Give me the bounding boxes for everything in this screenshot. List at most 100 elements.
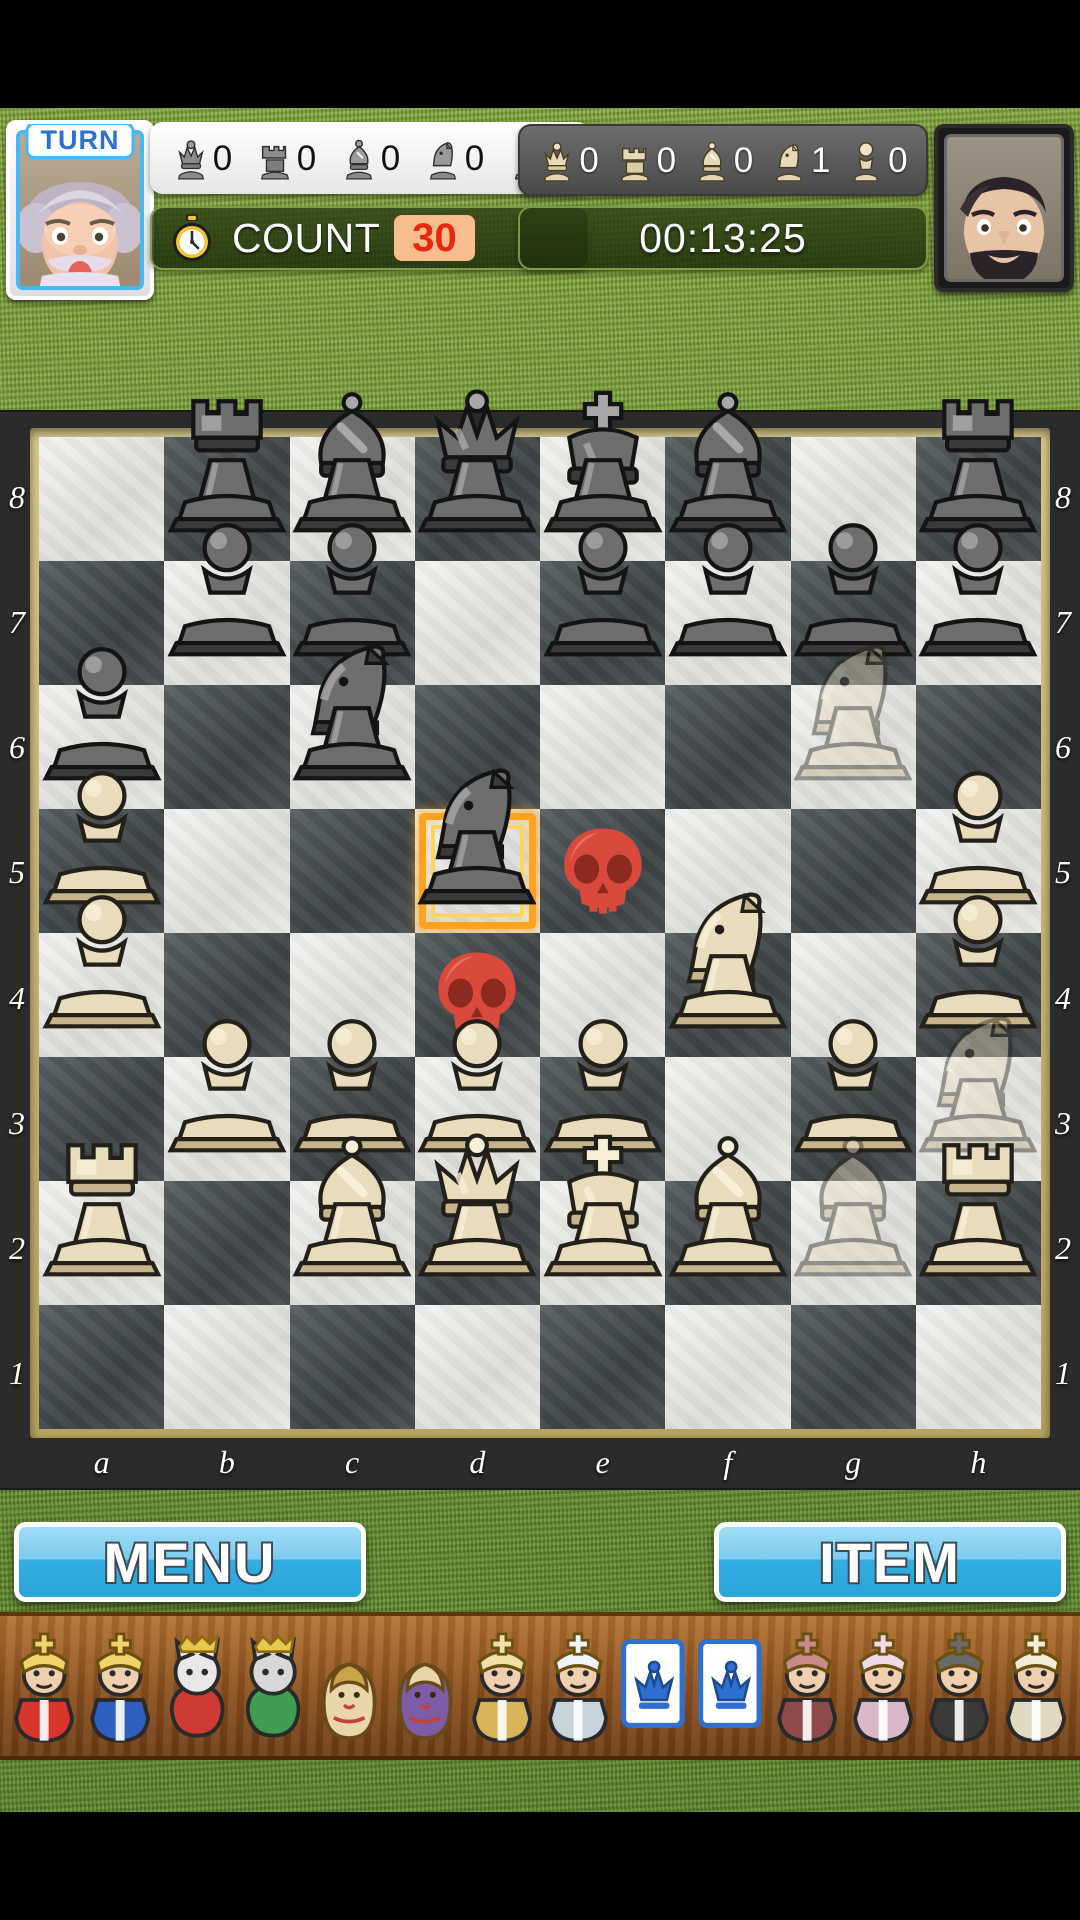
board-square-a5[interactable] bbox=[39, 771, 165, 933]
board-square-h6[interactable] bbox=[915, 685, 1041, 809]
board-square-g8[interactable] bbox=[790, 437, 916, 561]
menu-button-label: MENU bbox=[102, 1529, 277, 1596]
queen-icon bbox=[177, 140, 204, 180]
board-square-b8[interactable] bbox=[164, 399, 290, 561]
chess-board[interactable] bbox=[39, 389, 1041, 1429]
board-square-b5[interactable] bbox=[164, 809, 290, 933]
board-square-a2[interactable] bbox=[39, 1143, 165, 1305]
board-square-e1[interactable] bbox=[540, 1305, 666, 1429]
board-square-f2[interactable] bbox=[665, 1136, 791, 1305]
board-square-a7[interactable] bbox=[39, 561, 165, 685]
board-square-d2[interactable] bbox=[414, 1133, 540, 1305]
board-square-h2[interactable] bbox=[915, 1143, 1041, 1305]
board-square-b1[interactable] bbox=[164, 1305, 290, 1429]
board-square-d1[interactable] bbox=[414, 1305, 540, 1429]
board-square-g1[interactable] bbox=[790, 1305, 916, 1429]
board-square-h3[interactable] bbox=[915, 1016, 1041, 1181]
board-square-c8[interactable] bbox=[289, 392, 415, 561]
board-square-e5[interactable] bbox=[540, 809, 666, 933]
captured-count: 0 bbox=[888, 140, 908, 180]
board-square-f4[interactable] bbox=[665, 892, 791, 1057]
tray-item-matryoshka-purple-piece-skin[interactable] bbox=[387, 1622, 463, 1750]
board-square-e3[interactable] bbox=[540, 1019, 666, 1181]
board-square-c5[interactable] bbox=[289, 809, 415, 933]
tray-item-king-cream-piece-skin[interactable] bbox=[998, 1622, 1074, 1750]
board-square-f5[interactable] bbox=[665, 809, 791, 933]
tray-item-matryoshka-cream-piece-skin[interactable] bbox=[311, 1622, 387, 1750]
board-square-d8[interactable] bbox=[414, 389, 540, 561]
count-value: 30 bbox=[394, 215, 475, 261]
board-square-a6[interactable] bbox=[39, 647, 165, 809]
board-square-e7[interactable] bbox=[540, 523, 666, 685]
tray-item-king-blue-piece-skin[interactable] bbox=[82, 1622, 158, 1750]
board-square-h7[interactable] bbox=[915, 523, 1041, 685]
piece-skin-tray[interactable] bbox=[0, 1612, 1080, 1760]
board-square-d4[interactable] bbox=[414, 933, 540, 1057]
board-square-d7[interactable] bbox=[414, 561, 540, 685]
tray-item-king-black-piece-skin[interactable] bbox=[921, 1622, 997, 1750]
chess-board-area[interactable]: 8 7 6 5 4 3 2 1 8 7 6 5 4 3 2 1 a b c d e f g h bbox=[0, 389, 1080, 1488]
tray-item-king-silver-piece-skin[interactable] bbox=[540, 1622, 616, 1750]
move-marker-skull-icon[interactable] bbox=[429, 947, 527, 1044]
move-marker-skull-icon[interactable] bbox=[554, 823, 652, 920]
board-square-g2[interactable] bbox=[790, 1136, 916, 1305]
board-square-b4[interactable] bbox=[164, 933, 290, 1057]
board-square-e4[interactable] bbox=[540, 933, 666, 1057]
captured-count: 0 bbox=[464, 138, 485, 178]
tray-item-card-queen-black-skin[interactable] bbox=[693, 1622, 769, 1750]
board-square-a1[interactable] bbox=[39, 1305, 165, 1429]
board-square-c2[interactable] bbox=[289, 1136, 415, 1305]
board-square-f3[interactable] bbox=[665, 1057, 791, 1181]
board-square-f6[interactable] bbox=[665, 685, 791, 809]
board-square-c4[interactable] bbox=[289, 933, 415, 1057]
board-square-f8[interactable] bbox=[665, 392, 791, 561]
board-square-c7[interactable] bbox=[289, 523, 415, 685]
board-square-h5[interactable] bbox=[915, 771, 1041, 933]
board-square-g3[interactable] bbox=[790, 1019, 916, 1181]
board-square-c6[interactable] bbox=[289, 644, 415, 809]
board-square-h8[interactable] bbox=[915, 399, 1041, 561]
rank-label-8: 8 bbox=[9, 478, 25, 515]
rank-label-3: 3 bbox=[1055, 1104, 1071, 1141]
tray-item-cat-white-piece-skin[interactable] bbox=[159, 1622, 235, 1750]
board-square-b7[interactable] bbox=[164, 523, 290, 685]
tray-item-king-pink-piece-skin[interactable] bbox=[845, 1622, 921, 1750]
rank-label-2: 2 bbox=[9, 1230, 25, 1267]
item-button[interactable]: ITEM bbox=[714, 1522, 1066, 1602]
board-square-g5[interactable] bbox=[790, 809, 916, 933]
board-square-g4[interactable] bbox=[790, 933, 916, 1057]
board-square-c1[interactable] bbox=[289, 1305, 415, 1429]
rank-label-1: 1 bbox=[1055, 1355, 1071, 1392]
board-square-e8[interactable] bbox=[540, 390, 666, 561]
board-square-a4[interactable] bbox=[39, 895, 165, 1057]
menu-button[interactable]: MENU bbox=[14, 1522, 366, 1602]
tray-item-king-gold-piece-skin[interactable] bbox=[464, 1622, 540, 1750]
board-square-d6[interactable] bbox=[414, 685, 540, 809]
board-square-a8[interactable] bbox=[39, 437, 165, 561]
board-square-b6[interactable] bbox=[164, 685, 290, 809]
tray-item-king-maroon-piece-skin[interactable] bbox=[769, 1622, 845, 1750]
board-square-d3[interactable] bbox=[414, 1019, 540, 1181]
tray-item-king-red-piece-skin[interactable] bbox=[6, 1622, 82, 1750]
board-square-h4[interactable] bbox=[915, 895, 1041, 1057]
board-square-e2[interactable] bbox=[540, 1134, 666, 1305]
board-square-d5[interactable] bbox=[414, 768, 540, 933]
board-square-f1[interactable] bbox=[665, 1305, 791, 1429]
board-square-g6[interactable] bbox=[790, 644, 916, 809]
captured-count: 0 bbox=[212, 138, 233, 178]
tray-item-cat-green-piece-skin[interactable] bbox=[235, 1622, 311, 1750]
board-square-g7[interactable] bbox=[790, 523, 916, 685]
board-frame bbox=[30, 389, 1050, 1438]
player-avatar-white[interactable] bbox=[934, 124, 1074, 292]
board-square-h1[interactable] bbox=[915, 1305, 1041, 1429]
board-square-b3[interactable] bbox=[164, 1019, 290, 1181]
board-square-a3[interactable] bbox=[39, 1057, 165, 1181]
board-square-b2[interactable] bbox=[164, 1181, 290, 1305]
tray-item-card-queen-white-skin[interactable] bbox=[616, 1622, 692, 1750]
captured-rook-white: 0 bbox=[607, 137, 684, 183]
player-avatar-black[interactable]: TURN bbox=[6, 120, 154, 300]
board-square-c3[interactable] bbox=[289, 1019, 415, 1181]
board-square-f7[interactable] bbox=[665, 523, 791, 685]
board-square-e6[interactable] bbox=[540, 685, 666, 809]
stopwatch-icon bbox=[173, 214, 211, 261]
